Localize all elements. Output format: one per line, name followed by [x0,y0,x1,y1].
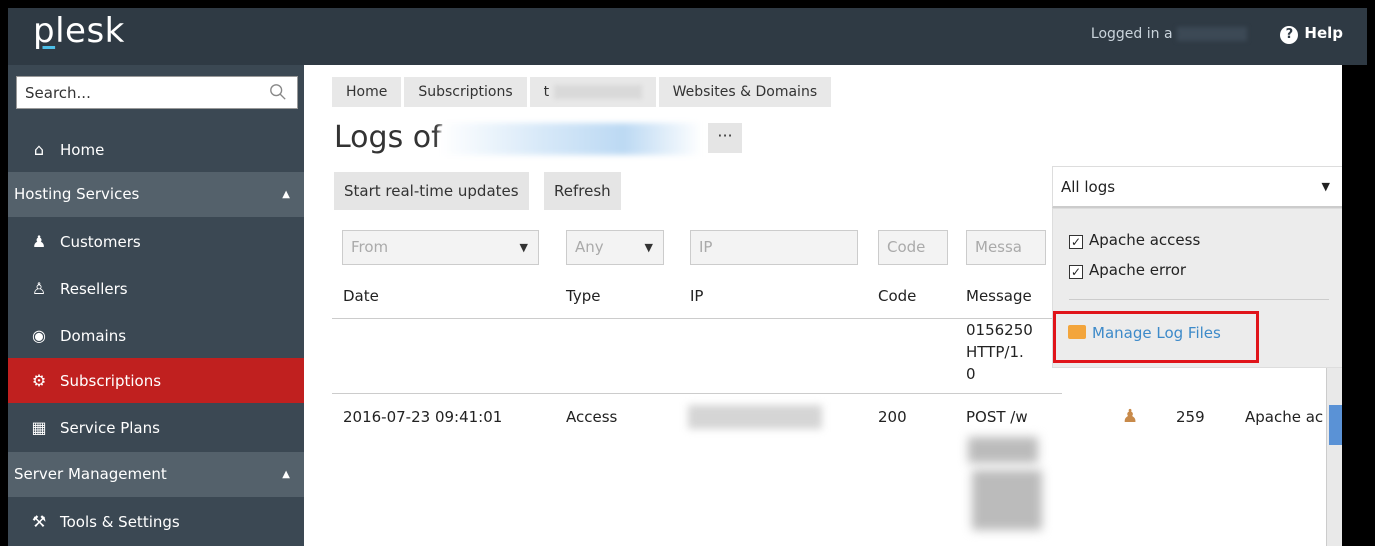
logged-in-info: Logged in a [1091,26,1247,42]
reseller-icon: ♙ [31,279,47,298]
calendar-icon: ▦ [31,418,47,437]
gear-icon: ⚙ [31,371,47,390]
chevron-down-icon: ▼ [644,241,653,254]
sidebar-item-resellers[interactable]: ♙ Resellers [8,266,304,311]
user-icon: ♟ [1122,406,1139,427]
column-header-date[interactable]: Date [343,287,379,305]
refresh-button[interactable]: Refresh [544,172,621,210]
search-box [16,76,298,109]
log-type-select[interactable]: All logs ▼ [1052,166,1343,208]
breadcrumb-subscription-label: t [543,84,550,100]
cell-date: 2016-07-23 09:41:01 [343,408,503,426]
collapse-arrow-icon: ▲ [282,469,290,480]
logged-in-text: Logged in a [1090,26,1173,42]
sidebar-item-domains[interactable]: ◉ Domains [8,313,304,358]
row-divider [332,393,1062,394]
sidebar-item-label: Subscriptions [60,372,162,390]
user-icon: ♟ [31,232,47,251]
message-filter-input[interactable]: Messa [966,230,1046,265]
help-label: Help [1304,24,1343,42]
partial-row-message: 0156250 HTTP/1. 0 [966,319,1033,385]
manage-log-files-label: Manage Log Files [1092,324,1221,342]
apache-access-checkbox[interactable]: ✓ Apache access [1069,231,1200,249]
cell-code: 200 [878,408,907,426]
redacted-domain [553,85,642,99]
start-realtime-updates-button[interactable]: Start real-time updates [334,172,529,210]
breadcrumb-websites-domains[interactable]: Websites & Domains [658,77,832,107]
top-bar: plesk Logged in a ? Help [8,8,1367,65]
breadcrumb: Home Subscriptions t Websites & Domains [332,77,834,107]
section-label: Server Management [14,465,167,483]
breadcrumb-home[interactable]: Home [332,77,402,107]
help-icon: ? [1280,26,1299,44]
log-type-selected: All logs [1061,178,1116,196]
cell-source: Apache ac [1245,408,1324,426]
column-header-code[interactable]: Code [878,287,916,305]
right-border [1342,65,1367,546]
sidebar-item-label: Resellers [60,280,128,298]
cell-message: POST /w [966,408,1028,426]
ip-filter-input[interactable]: IP [690,230,858,265]
redacted-title-domain [440,123,702,155]
sidebar-item-tools-settings[interactable]: ⚒ Tools & Settings [8,499,304,544]
page-title: Logs of [334,120,442,155]
code-filter-input[interactable]: Code [878,230,948,265]
sidebar-item-service-plans[interactable]: ▦ Service Plans [8,405,304,450]
help-link[interactable]: ? Help [1280,24,1343,44]
chevron-down-icon: ▼ [519,241,528,254]
search-icon[interactable] [269,83,287,101]
main-content: Home Subscriptions t Websites & Domains … [304,65,1367,546]
log-type-dropdown-panel: ✓ Apache access ✓ Apache error Manage Log … [1052,208,1343,368]
from-filter-label: From [351,238,389,256]
section-label: Hosting Services [14,185,140,203]
breadcrumb-subscription[interactable]: t [529,77,656,107]
apache-access-label: Apache access [1089,231,1201,249]
folder-icon [1068,325,1086,339]
table-scrollbar[interactable] [1326,368,1343,546]
section-server-management[interactable]: Server Management ▲ [8,452,304,497]
from-filter-select[interactable]: From ▼ [342,230,539,265]
redacted-message [968,437,1038,463]
sidebar-item-label: Customers [60,233,141,251]
message-line: 0 [966,365,976,383]
column-header-ip[interactable]: IP [690,287,703,305]
apache-error-checkbox[interactable]: ✓ Apache error [1069,261,1186,279]
collapse-arrow-icon: ▲ [282,189,290,200]
scrollbar-thumb[interactable] [1329,405,1342,445]
header-divider [332,318,1062,319]
redacted-message [972,470,1042,530]
chevron-down-icon: ▼ [1321,180,1330,193]
search-input[interactable] [17,77,247,108]
redacted-username [1177,27,1247,41]
sidebar-item-home[interactable]: ⌂ Home [8,127,304,172]
sidebar: ⌂ Home Hosting Services ▲ ♟ Customers ♙ Res… [8,65,304,546]
sidebar-item-label: Domains [60,327,127,345]
apache-error-label: Apache error [1089,261,1187,279]
column-header-message[interactable]: Message [966,287,1032,305]
sidebar-item-customers[interactable]: ♟ Customers [8,219,304,264]
cell-type: Access [566,408,618,426]
home-icon: ⌂ [33,140,45,159]
plesk-logo[interactable]: plesk [33,11,125,51]
sidebar-item-subscriptions[interactable]: ⚙ Subscriptions [8,358,304,403]
checkbox-checked-icon: ✓ [1069,265,1083,279]
sidebar-item-label: Tools & Settings [60,513,180,531]
dropdown-divider [1069,299,1329,300]
tools-icon: ⚒ [31,512,47,531]
message-line: 0156250 [966,321,1033,339]
globe-icon: ◉ [32,326,46,345]
sidebar-item-label: Home [60,141,105,159]
type-filter-label: Any [575,238,604,256]
redacted-ip [688,405,822,429]
breadcrumb-subscriptions[interactable]: Subscriptions [404,77,527,107]
more-actions-button[interactable]: ··· [708,123,742,153]
sidebar-item-label: Service Plans [60,419,160,437]
manage-log-files-link[interactable]: Manage Log Files [1053,311,1259,363]
cell-size: 259 [1176,408,1205,426]
section-hosting-services[interactable]: Hosting Services ▲ [8,172,304,217]
message-line: HTTP/1. [966,343,1024,361]
type-filter-select[interactable]: Any ▼ [566,230,664,265]
column-header-type[interactable]: Type [566,287,600,305]
checkbox-checked-icon: ✓ [1069,235,1083,249]
